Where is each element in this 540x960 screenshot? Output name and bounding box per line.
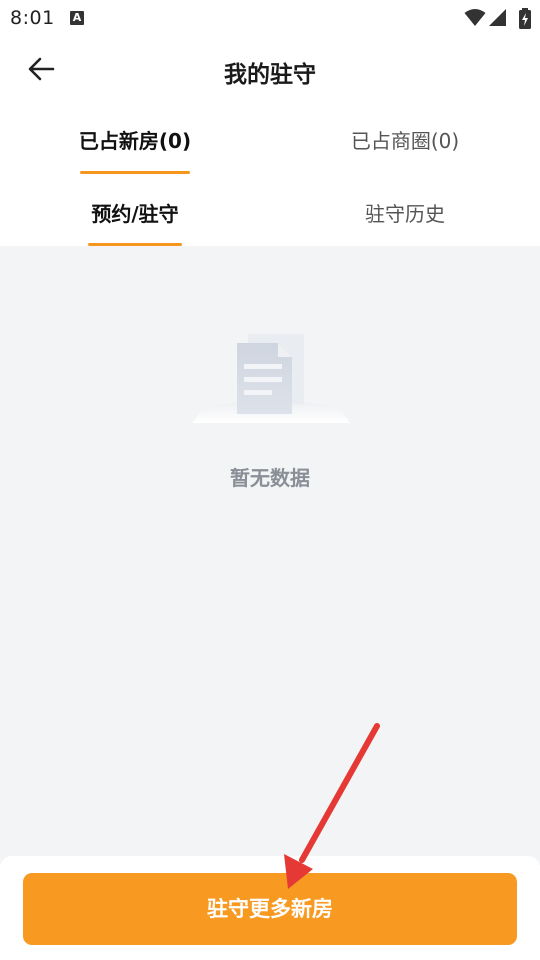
tab-label: 已占新房(0) [78, 129, 192, 153]
station-more-new-homes-button[interactable]: 驻守更多新房 [23, 873, 517, 945]
empty-document-icon [192, 334, 350, 423]
tab-occupied-new-homes[interactable]: 已占新房(0) [0, 104, 270, 174]
signal-icon [489, 9, 506, 26]
tab-label: 预约/驻守 [91, 202, 179, 226]
tab-active-indicator [88, 243, 182, 246]
tab-label: 驻守历史 [365, 202, 445, 226]
status-time: 8:01 [10, 7, 55, 29]
header: 我的驻守 [0, 36, 540, 104]
tab-label: 已占商圈(0) [350, 129, 460, 153]
status-bar: 8:01 A [0, 0, 540, 36]
secondary-tabs: 预约/驻守 驻守历史 [0, 174, 540, 246]
tab-appointment-stationed[interactable]: 预约/驻守 [88, 174, 182, 246]
screen: 8:01 A 我的驻守 已占新房(0) 已占商圈(0) 预约/驻守 驻守历史 暂… [0, 0, 540, 960]
wifi-icon [464, 9, 486, 26]
empty-state-text: 暂无数据 [230, 466, 310, 490]
primary-tabs: 已占新房(0) 已占商圈(0) [0, 104, 540, 174]
tab-occupied-business-areas[interactable]: 已占商圈(0) [270, 104, 540, 174]
notification-icon: A [70, 11, 84, 25]
page-title: 我的驻守 [224, 62, 316, 88]
battery-charging-icon [519, 8, 531, 29]
tab-station-history[interactable]: 驻守历史 [350, 174, 460, 246]
